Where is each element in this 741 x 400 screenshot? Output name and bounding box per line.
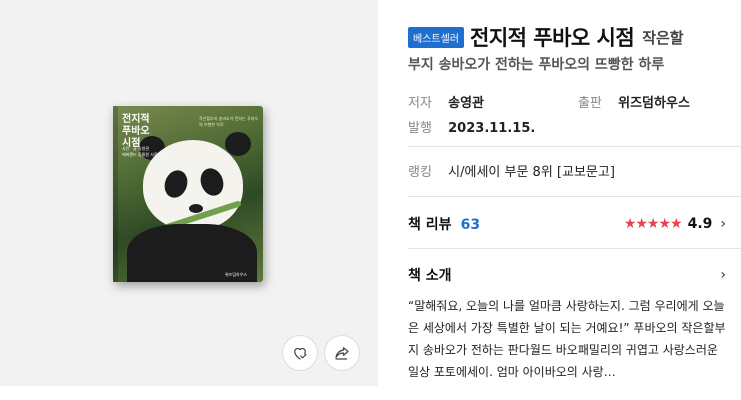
divider <box>408 146 741 147</box>
intro-row[interactable]: 책 소개 › <box>408 265 726 285</box>
author-label: 저자 <box>408 96 432 111</box>
review-heading: 책 리뷰 63 <box>408 214 480 234</box>
cover-tagline: 작은할부지 송바오가 전하는 푸바오의 뜨빵한 하루 <box>199 116 259 127</box>
book-title-suffix: 작은할 <box>642 28 684 47</box>
book-subtitle: 부지 송바오가 전하는 푸바오의 뜨빵한 하루 <box>408 57 665 73</box>
author-value[interactable]: 송영관 <box>448 96 484 111</box>
author-field: 저자 송영관 <box>408 92 484 111</box>
intro-text: “말해줘요, 오늘의 나를 얼마큼 사랑하는지. 그럼 우리에게 오늘은 세상에… <box>408 299 726 379</box>
book-spine <box>113 106 118 282</box>
share-button[interactable] <box>324 335 360 371</box>
divider <box>408 248 741 249</box>
book-image-panel: 전지적 푸바오 시점 작은할부지 송바오가 전하는 푸바오의 뜨빵한 하루 사진… <box>0 0 378 386</box>
book-info-panel: 베스트셀러 전지적 푸바오 시점 작은할 부지 송바오가 전하는 푸바오의 뜨빵… <box>396 0 741 400</box>
chevron-right-icon[interactable]: › <box>720 267 726 283</box>
date-label: 발행 <box>408 121 432 136</box>
ranking-field: 랭킹 시/에세이 부문 8위 [교보문고] <box>408 161 615 180</box>
date-field: 발행 2023.11.15. <box>408 117 535 136</box>
cover-author: 사진ㆍ글 송영관 에버랜드 동물원 사육사 <box>122 146 162 157</box>
book-title: 전지적 푸바오 시점 <box>470 26 635 50</box>
publisher-field: 출판 위즈덤하우스 <box>578 92 690 111</box>
review-label: 책 리뷰 <box>408 217 452 233</box>
share-icon <box>335 347 349 360</box>
rating-score: 4.9 <box>687 216 713 232</box>
date-value: 2023.11.15. <box>448 121 536 136</box>
like-button[interactable] <box>282 335 318 371</box>
bestseller-badge: 베스트셀러 <box>408 26 464 48</box>
ranking-label: 랭킹 <box>408 165 432 180</box>
chevron-right-icon[interactable]: › <box>720 216 726 232</box>
title-row: 베스트셀러 전지적 푸바오 시점 작은할 <box>408 22 684 52</box>
ranking-value: 시/에세이 부문 8위 [교보문고] <box>448 165 615 180</box>
publisher-value[interactable]: 위즈덤하우스 <box>618 96 690 111</box>
rating: ★★★★★ 4.9 › <box>624 216 726 232</box>
cover-publisher: 위즈덤하우스 <box>225 272 248 277</box>
book-cover-image[interactable]: 전지적 푸바오 시점 작은할부지 송바오가 전하는 푸바오의 뜨빵한 하루 사진… <box>113 106 263 282</box>
publisher-label: 출판 <box>578 96 602 111</box>
review-count: 63 <box>460 217 481 233</box>
cover-title: 전지적 푸바오 시점 <box>122 114 150 149</box>
divider <box>408 196 741 197</box>
panda-ear-right <box>225 132 251 156</box>
intro-label: 책 소개 <box>408 268 452 284</box>
heart-check-icon <box>294 347 307 360</box>
rating-stars-icon: ★★★★★ <box>623 216 683 232</box>
review-row[interactable]: 책 리뷰 63 ★★★★★ 4.9 › <box>408 214 726 234</box>
